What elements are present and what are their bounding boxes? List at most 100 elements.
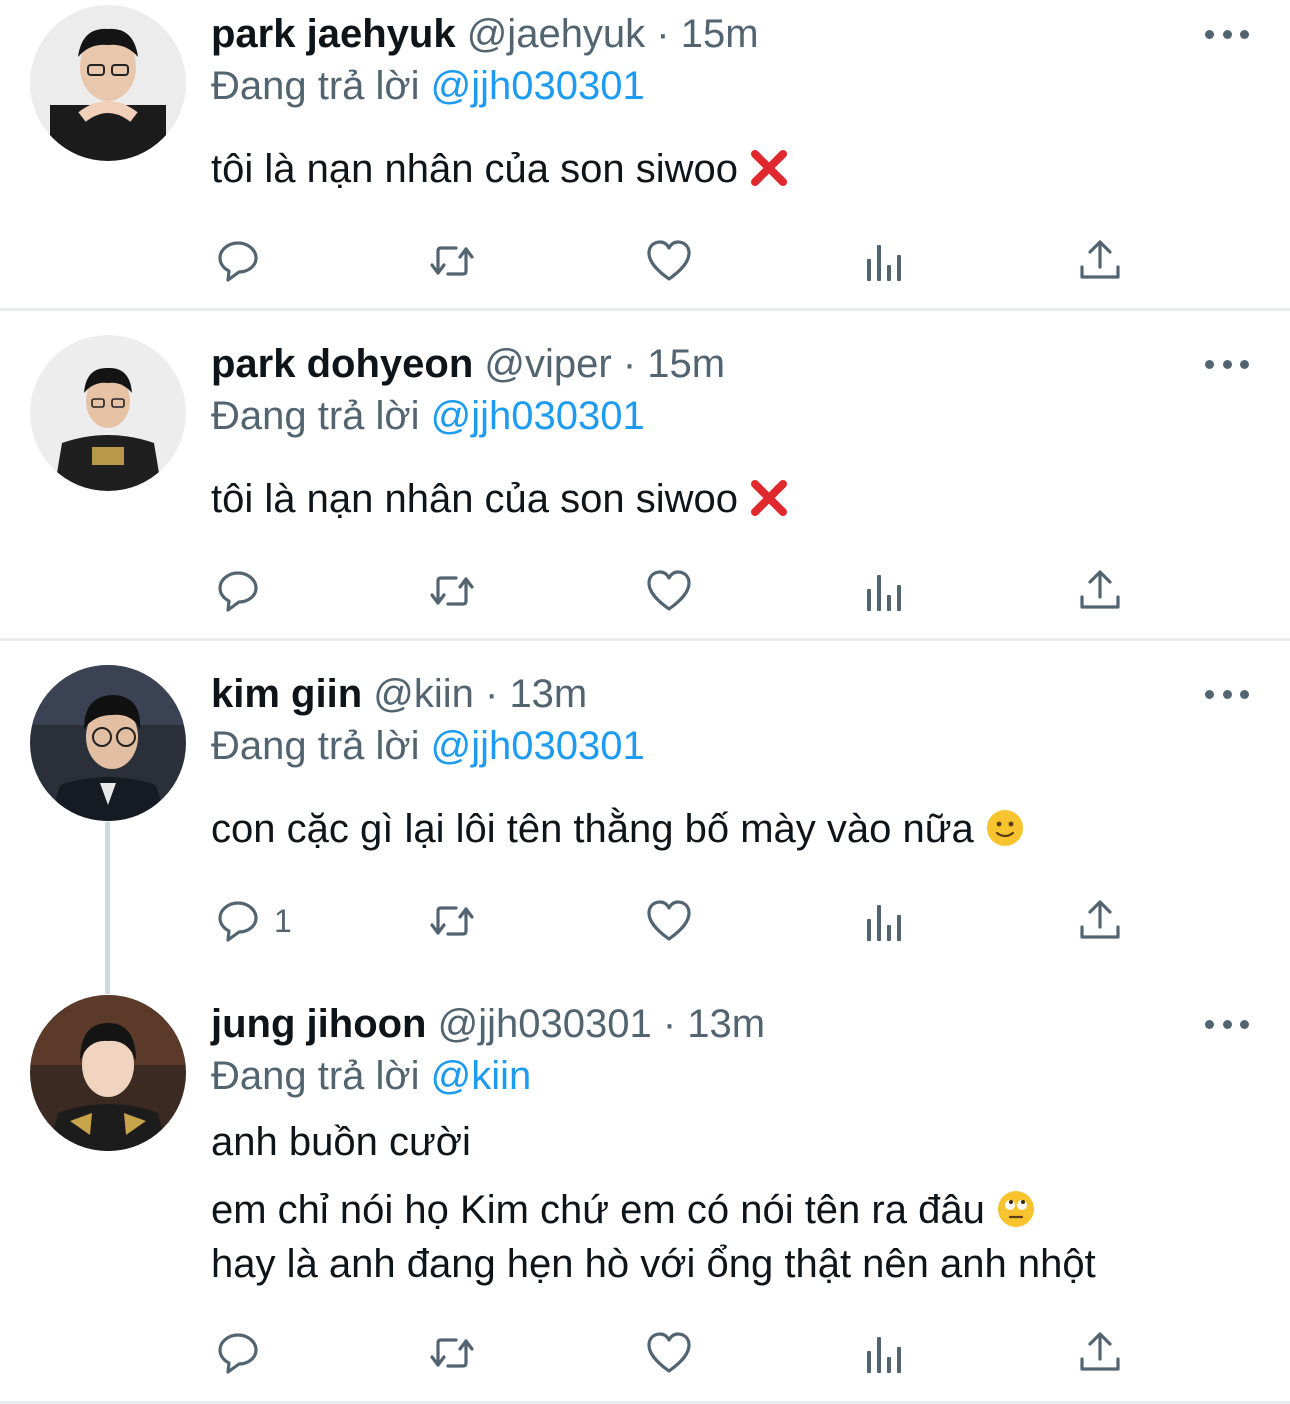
slightly-smiling-face-emoji — [986, 810, 1023, 846]
tweet-header: kim giin @kiin · 13m — [211, 670, 587, 718]
tweet-text: hay là anh đang hẹn hò với ổng thật nên … — [211, 1240, 1096, 1288]
tweet-line: tôi là nạn nhân của son siwoo — [211, 477, 739, 521]
replying-to: Đang trả lời @jjh030301 — [211, 722, 645, 770]
analytics-icon — [867, 575, 901, 611]
face-with-rolling-eyes-emoji — [997, 1191, 1034, 1227]
display-name[interactable]: kim giin — [211, 672, 362, 716]
reply-icon — [218, 901, 258, 942]
like-button[interactable] — [645, 897, 693, 945]
analytics-button[interactable] — [861, 1329, 909, 1377]
tweet-line: tôi là nạn nhân của son siwoo — [211, 147, 739, 191]
divider — [0, 308, 1290, 311]
analytics-icon — [867, 245, 901, 281]
timestamp[interactable]: 13m — [687, 1002, 765, 1046]
reply-button[interactable] — [214, 1329, 274, 1377]
replying-to: Đang trả lời @kiin — [211, 1052, 531, 1100]
cross-mark-emoji — [751, 480, 788, 516]
separator: · — [645, 12, 681, 56]
display-name[interactable]: jung jihoon — [211, 1002, 427, 1046]
cross-mark-emoji — [751, 150, 788, 186]
replying-prefix: Đang trả lời — [211, 724, 420, 768]
replying-prefix: Đang trả lời — [211, 64, 420, 108]
mention-link[interactable]: @jjh030301 — [431, 64, 645, 108]
more-icon[interactable] — [1205, 354, 1249, 374]
more-icon[interactable] — [1205, 684, 1249, 704]
like-icon — [647, 570, 691, 611]
analytics-button[interactable] — [861, 237, 909, 285]
replying-prefix: Đang trả lời — [211, 394, 420, 438]
share-icon — [1080, 570, 1120, 609]
share-icon — [1080, 1332, 1120, 1371]
reply-icon — [218, 571, 258, 612]
tweet[interactable]: park jaehyuk @jaehyuk · 15m Đang trả lời… — [0, 0, 1290, 310]
timestamp[interactable]: 13m — [509, 672, 587, 716]
retweet-button[interactable] — [428, 237, 476, 285]
tweet-header: jung jihoon @jjh030301 · 13m — [211, 1000, 765, 1048]
retweet-icon — [430, 906, 474, 936]
separator: · — [611, 342, 648, 386]
replying-prefix: Đang trả lời — [211, 1054, 420, 1098]
reply-button[interactable] — [214, 237, 274, 285]
share-icon — [1080, 900, 1120, 939]
like-icon — [647, 1332, 691, 1373]
retweet-icon — [430, 246, 474, 276]
reply-button[interactable] — [214, 567, 274, 615]
retweet-button[interactable] — [428, 567, 476, 615]
tweet-header: park dohyeon @viper · 15m — [211, 340, 725, 388]
share-button[interactable] — [1076, 897, 1124, 945]
timestamp[interactable]: 15m — [681, 12, 759, 56]
avatar[interactable] — [30, 335, 186, 491]
analytics-button[interactable] — [861, 567, 909, 615]
retweet-icon — [430, 1338, 474, 1368]
more-icon[interactable] — [1205, 1014, 1249, 1034]
analytics-icon — [867, 1337, 901, 1373]
separator: · — [651, 1002, 688, 1046]
retweet-button[interactable] — [428, 1329, 476, 1377]
mention-link[interactable]: @jjh030301 — [431, 724, 645, 768]
reply-icon — [218, 241, 258, 282]
mention-link[interactable]: @kiin — [431, 1054, 532, 1098]
share-button[interactable] — [1076, 567, 1124, 615]
share-icon — [1080, 240, 1120, 279]
retweet-button[interactable] — [428, 897, 476, 945]
tweet-text: em chỉ nói họ Kim chứ em có nói tên ra đ… — [211, 1186, 1036, 1234]
tweet-header: park jaehyuk @jaehyuk · 15m — [211, 10, 759, 58]
handle[interactable]: @kiin — [373, 672, 474, 716]
display-name[interactable]: park jaehyuk — [211, 12, 456, 56]
like-button[interactable] — [645, 567, 693, 615]
more-icon[interactable] — [1205, 24, 1249, 44]
avatar[interactable] — [30, 5, 186, 161]
tweet[interactable]: kim giin @kiin · 13m Đang trả lời @jjh03… — [0, 660, 1290, 990]
handle[interactable]: @jjh030301 — [438, 1002, 652, 1046]
like-button[interactable] — [645, 1329, 693, 1377]
separator: · — [473, 672, 510, 716]
replying-to: Đang trả lời @jjh030301 — [211, 62, 645, 110]
avatar[interactable] — [30, 665, 186, 821]
share-button[interactable] — [1076, 1329, 1124, 1377]
analytics-button[interactable] — [861, 897, 909, 945]
replying-to: Đang trả lời @jjh030301 — [211, 392, 645, 440]
tweet-line: con cặc gì lại lôi tên thằng bố mày vào … — [211, 807, 974, 851]
tweet-text: tôi là nạn nhân của son siwoo — [211, 145, 789, 193]
handle[interactable]: @viper — [484, 342, 611, 386]
reply-count: 1 — [274, 902, 292, 939]
reply-button[interactable]: 1 — [214, 897, 292, 945]
tweet[interactable]: jung jihoon @jjh030301 · 13m Đang trả lờ… — [0, 990, 1290, 1404]
tweet-text: tôi là nạn nhân của son siwoo — [211, 475, 789, 523]
reply-icon — [218, 1333, 258, 1374]
tweet-text: con cặc gì lại lôi tên thằng bố mày vào … — [211, 805, 1025, 853]
tweet-line: em chỉ nói họ Kim chứ em có nói tên ra đ… — [211, 1188, 985, 1232]
timestamp[interactable]: 15m — [647, 342, 725, 386]
mention-link[interactable]: @jjh030301 — [431, 394, 645, 438]
retweet-icon — [430, 576, 474, 606]
tweet[interactable]: park dohyeon @viper · 15m Đang trả lời @… — [0, 330, 1290, 640]
analytics-icon — [867, 905, 901, 941]
like-button[interactable] — [645, 237, 693, 285]
avatar[interactable] — [30, 995, 186, 1151]
display-name[interactable]: park dohyeon — [211, 342, 473, 386]
like-icon — [647, 240, 691, 281]
tweet-line: hay là anh đang hẹn hò với ổng thật nên … — [211, 1242, 1096, 1286]
handle[interactable]: @jaehyuk — [467, 12, 645, 56]
share-button[interactable] — [1076, 237, 1124, 285]
tweet-text: anh buồn cười — [211, 1118, 471, 1166]
